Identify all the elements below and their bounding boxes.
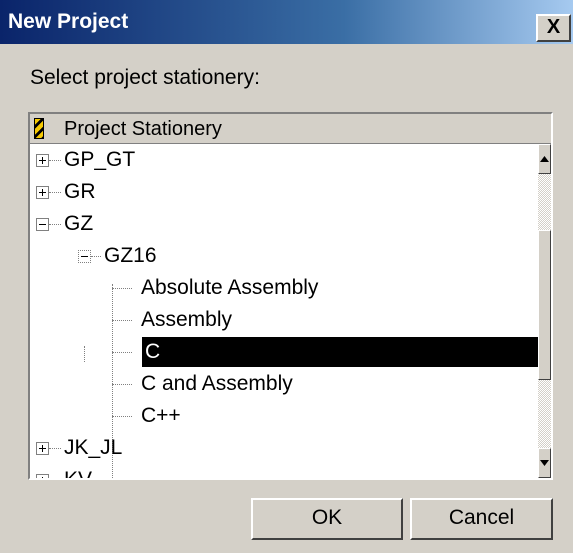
collapse-minus-icon[interactable] [78,250,91,263]
tree-header-label: Project Stationery [64,118,222,140]
tree-item-cpp[interactable]: C++ [30,400,538,432]
tree-item-label: Assembly [141,308,233,331]
tree-connector [112,352,132,354]
tree-item-label: KV [64,468,93,480]
arrow-down-icon [540,460,549,466]
tree-item-label: GZ16 [104,244,157,267]
tree-connector [112,416,132,418]
tree-item-c-and-assembly[interactable]: C and Assembly [30,368,538,400]
tree-item-gz[interactable]: GZ [30,208,538,240]
window-title: New Project [8,10,129,33]
tree-connector [49,192,61,194]
tree-connector [91,256,101,258]
stationery-tree[interactable]: Project Stationery GP_GT GR GZ GZ16 Abso… [28,112,553,480]
tree-connector [49,224,61,226]
tree-item-gr[interactable]: GR [30,176,538,208]
tree-item-label: GR [64,180,96,203]
tree-item-label: C [145,340,161,363]
selection-highlight: C [142,337,538,367]
expand-plus-icon[interactable] [36,186,49,199]
tree-connector [49,448,61,450]
expand-plus-icon[interactable] [36,154,49,167]
tree-connector [112,384,132,386]
scrollbar-thumb[interactable] [538,230,551,380]
tree-item-label: GZ [64,212,94,235]
tree-item-assembly[interactable]: Assembly [30,304,538,336]
select-stationery-label: Select project stationery: [30,66,260,89]
stationery-icon [34,118,44,139]
tree-item-gz16[interactable]: GZ16 [30,240,538,272]
tree-item-label: JK_JL [64,436,123,459]
vertical-scrollbar[interactable] [538,144,551,478]
collapse-minus-icon[interactable] [36,218,49,231]
tree-item-jk-jl[interactable]: JK_JL [30,432,538,464]
scroll-up-button[interactable] [538,144,551,174]
tree-item-label: C and Assembly [141,372,293,395]
tree-item-c[interactable]: C [30,336,538,368]
tree-connector [112,288,132,290]
tree-rows: GP_GT GR GZ GZ16 Absolute Assembly Assem… [30,144,538,478]
arrow-up-icon [540,156,549,162]
tree-item-label: C++ [141,404,181,427]
cancel-button[interactable]: Cancel [410,498,553,540]
tree-connector [49,160,61,162]
tree-connector [112,320,132,322]
tree-item-kv[interactable]: KV [30,464,538,480]
expand-plus-icon[interactable] [36,442,49,455]
expand-plus-icon[interactable] [36,474,49,478]
tree-item-label: GP_GT [64,148,136,171]
tree-item-absolute-assembly[interactable]: Absolute Assembly [30,272,538,304]
tree-item-gp-gt[interactable]: GP_GT [30,144,538,176]
close-button[interactable]: X [536,14,571,42]
title-bar: New Project X [0,0,573,44]
tree-header[interactable]: Project Stationery [30,114,551,144]
tree-item-label: Absolute Assembly [141,276,319,299]
scroll-down-button[interactable] [538,448,551,478]
ok-button[interactable]: OK [251,498,403,540]
